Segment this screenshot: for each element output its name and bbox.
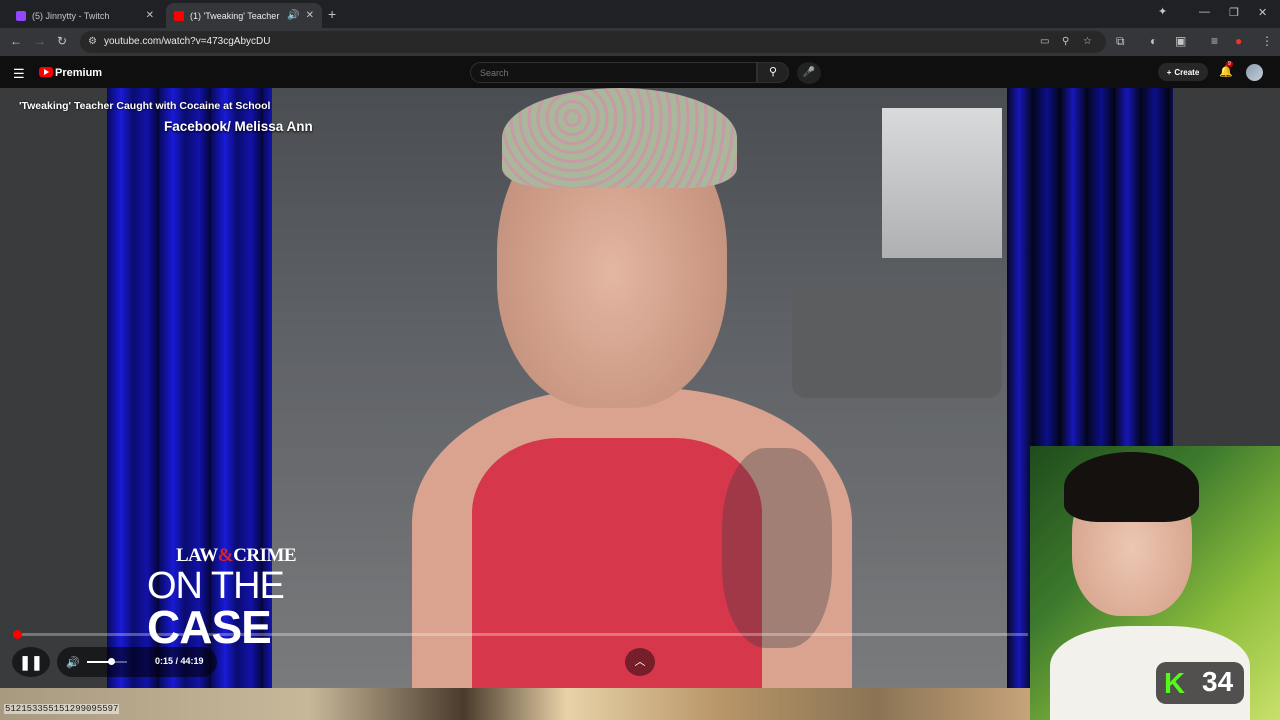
youtube-favicon-icon (174, 10, 184, 21)
mic-icon: 🎤 (802, 67, 816, 78)
red-tank-top (472, 438, 762, 688)
restore-icon[interactable]: ❐ (1229, 6, 1239, 19)
expand-chevron-button[interactable]: ︿ (625, 648, 655, 676)
browser-toolbar: ← → ↻ ⚙ youtube.com/watch?v=473cgAbycDU … (0, 28, 1280, 56)
minimize-icon[interactable]: — (1199, 6, 1210, 18)
create-label: Create (1174, 67, 1200, 77)
new-tab-button[interactable]: + (328, 6, 336, 22)
photo-credit: Facebook/ Melissa Ann (164, 119, 313, 134)
menu-icon[interactable]: ☰ (13, 66, 25, 82)
pause-button[interactable]: ❚❚ (12, 647, 50, 677)
volume-knob[interactable] (108, 658, 115, 665)
reload-icon[interactable]: ↻ (57, 34, 67, 48)
volume-level (87, 661, 109, 663)
voice-search-button[interactable]: 🎤 (797, 62, 821, 84)
viewer-count: 34 (1202, 666, 1234, 697)
twitch-favicon-icon (16, 10, 26, 21)
media-icon[interactable]: ≡ (1211, 34, 1218, 48)
time-display: 0:15 / 44:19 (155, 656, 204, 666)
video-frame-photo (272, 88, 1007, 688)
strip-code: 512153355151299095597 (4, 704, 120, 714)
extension-icon[interactable]: ◐ (1150, 34, 1157, 48)
window (882, 108, 1002, 258)
sidepanel-icon[interactable]: ▣ (1175, 34, 1186, 48)
notifications-button[interactable]: 🔔 9 (1219, 61, 1233, 78)
search-box[interactable] (470, 62, 757, 83)
zoom-icon[interactable]: ⚲ (1062, 36, 1069, 47)
sofa (792, 288, 1002, 398)
chevron-up-icon: ︿ (634, 656, 646, 668)
site-info-icon[interactable]: ⚙ (88, 36, 97, 47)
youtube-logo-icon[interactable] (39, 67, 53, 77)
youtube-header: ☰ Premium ⚲ 🎤 + Create 🔔 9 (0, 56, 1280, 88)
kick-icon: K (1164, 668, 1185, 700)
close-tab-icon[interactable]: ✕ (146, 10, 154, 21)
back-icon[interactable]: ← (10, 34, 22, 48)
tab-twitch[interactable]: (5) Jinnytty - Twitch ✕ (8, 3, 162, 28)
pause-icon: ❚❚ (19, 654, 43, 670)
close-window-icon[interactable]: ✕ (1258, 6, 1267, 19)
progress-scrubber[interactable] (13, 630, 22, 639)
gemini-icon[interactable]: ✦ (1158, 5, 1167, 18)
search-input[interactable] (471, 64, 749, 82)
arm-tattoo (722, 448, 832, 648)
bell-icon: 🔔 (1219, 66, 1233, 78)
show-name-line2: CASE (147, 601, 272, 653)
law-and-crime-logo: LAW&CRIME (176, 545, 297, 566)
search-icon: ⚲ (768, 66, 778, 78)
volume-icon[interactable]: 🔊 (66, 656, 80, 669)
puzzle-icon[interactable]: ⧉ (1116, 34, 1125, 49)
avatar[interactable] (1246, 64, 1263, 81)
youtube-brand[interactable]: Premium (55, 67, 102, 79)
webcam-hair (1064, 452, 1199, 522)
star-icon[interactable]: ☆ (1083, 36, 1092, 47)
tab-title: (1) 'Tweaking' Teacher Caug (190, 10, 281, 21)
profile-icon[interactable]: ● (1235, 34, 1242, 48)
url-text[interactable]: youtube.com/watch?v=473cgAbycDU (104, 36, 270, 47)
bandana (502, 88, 737, 188)
kebab-icon[interactable]: ⋮ (1261, 34, 1273, 48)
bottom-stream-strip (0, 688, 1030, 720)
video-title-overlay[interactable]: 'Tweaking' Teacher Caught with Cocaine a… (19, 100, 270, 112)
close-tab-icon[interactable]: ✕ (306, 10, 314, 21)
plus-icon: + (1166, 67, 1172, 77)
search-button[interactable]: ⚲ (757, 62, 789, 83)
cast-icon[interactable]: ▭ (1040, 36, 1049, 47)
show-name-line1: ON THE (147, 565, 285, 607)
tab-youtube[interactable]: (1) 'Tweaking' Teacher Caug 🔊 ✕ (166, 3, 322, 28)
notification-badge: 9 (1226, 61, 1233, 67)
create-button[interactable]: + Create (1158, 63, 1208, 81)
progress-bar[interactable] (13, 633, 1028, 636)
address-bar[interactable]: ⚙ youtube.com/watch?v=473cgAbycDU ▭ ⚲ ☆ (80, 31, 1106, 53)
browser-tab-bar: (5) Jinnytty - Twitch ✕ (1) 'Tweaking' T… (0, 0, 1280, 28)
tab-title: (5) Jinnytty - Twitch (32, 10, 110, 21)
speaker-icon[interactable]: 🔊 (287, 10, 299, 21)
forward-icon[interactable]: → (34, 34, 46, 48)
